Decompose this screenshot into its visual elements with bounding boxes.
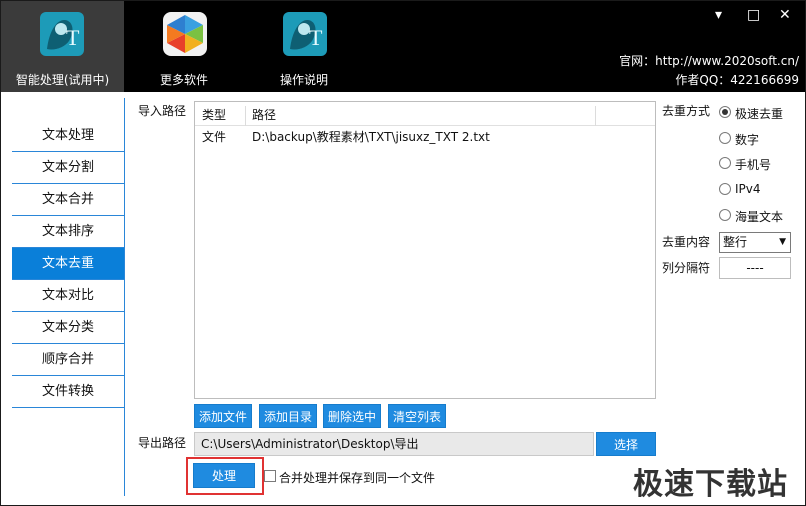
row-type: 文件	[202, 130, 227, 144]
maximize-button[interactable]: □	[747, 7, 760, 23]
row-path: D:\backup\教程素材\TXT\jisuxz_TXT 2.txt	[252, 130, 490, 144]
export-path-label: 导出路径	[138, 436, 187, 450]
toolbar-label: 更多软件	[159, 73, 208, 87]
help-icon: T	[283, 12, 327, 56]
merge-checkbox-label: 合并处理并保存到同一个文件	[279, 471, 436, 485]
radio-icon[interactable]	[719, 209, 731, 221]
toolbar-more-software[interactable]: 更多软件	[124, 1, 244, 92]
chevron-down-icon: ▼	[779, 237, 786, 247]
dedupe-method-label: 去重方式	[662, 104, 711, 118]
sidebar: 文本处理 文本分割 文本合并 文本排序 文本去重 文本对比 文本分类 顺序合并 …	[12, 120, 124, 408]
radio-icon[interactable]	[719, 183, 731, 195]
dedupe-content-label: 去重内容	[662, 235, 711, 249]
sidebar-item-text-split[interactable]: 文本分割	[12, 152, 124, 184]
toolbar-smart-process[interactable]: T 智能处理(试用中)	[1, 1, 124, 92]
sidebar-item-sequential-merge[interactable]: 顺序合并	[12, 344, 124, 376]
import-path-label: 导入路径	[138, 104, 187, 118]
column-separator-input[interactable]: ----	[719, 257, 791, 279]
watermark-text: 极速下载站	[633, 467, 788, 502]
website-text: 官网：http://www.2020soft.cn/	[619, 54, 799, 68]
table-row[interactable]: 文件 D:\backup\教程素材\TXT\jisuxz_TXT 2.txt	[195, 128, 655, 148]
ai-process-icon: T	[40, 12, 84, 56]
sidebar-divider	[124, 98, 125, 496]
author-qq-text: 作者QQ：422166699	[675, 73, 799, 87]
column-divider	[595, 106, 596, 126]
toolbar-label: 智能处理(试用中)	[15, 73, 110, 87]
merge-checkbox[interactable]	[264, 470, 276, 482]
app-window: T 智能处理(试用中) 更多软件 T 操作说明 ▾ □ ✕ 官网：http://…	[0, 0, 806, 506]
radio-icon[interactable]	[719, 132, 731, 144]
choose-path-button[interactable]: 选择	[596, 432, 656, 456]
clear-list-button[interactable]: 清空列表	[388, 404, 446, 428]
toolbar-help[interactable]: T 操作说明	[244, 1, 364, 92]
more-software-icon	[163, 12, 207, 56]
sidebar-item-file-convert[interactable]: 文件转换	[12, 376, 124, 408]
export-path-field[interactable]: C:\Users\Administrator\Desktop\导出	[194, 432, 594, 456]
radio-selected-icon[interactable]	[719, 106, 731, 118]
radio-icon[interactable]	[719, 157, 731, 169]
select-value: 整行	[723, 235, 748, 249]
sidebar-item-text-merge[interactable]: 文本合并	[12, 184, 124, 216]
delete-selected-button[interactable]: 删除选中	[323, 404, 381, 428]
dedupe-content-select[interactable]: 整行 ▼	[719, 232, 791, 253]
import-file-list[interactable]: 类型 路径 文件 D:\backup\教程素材\TXT\jisuxz_TXT 2…	[194, 101, 656, 399]
add-directory-button[interactable]: 添加目录	[259, 404, 317, 428]
svg-text:T: T	[309, 25, 323, 50]
top-toolbar: T 智能处理(试用中) 更多软件 T 操作说明 ▾ □ ✕ 官网：http://…	[1, 1, 805, 92]
column-separator-label: 列分隔符	[662, 261, 711, 275]
minimize-button[interactable]: ▾	[715, 7, 722, 23]
sidebar-item-text-compare[interactable]: 文本对比	[12, 280, 124, 312]
sidebar-item-text-dedupe[interactable]: 文本去重	[12, 248, 124, 280]
toolbar-label: 操作说明	[279, 73, 328, 87]
column-header-type[interactable]: 类型	[202, 106, 226, 123]
sidebar-item-text-sort[interactable]: 文本排序	[12, 216, 124, 248]
svg-text:T: T	[66, 25, 80, 50]
column-header-path[interactable]: 路径	[252, 106, 276, 123]
add-file-button[interactable]: 添加文件	[194, 404, 252, 428]
process-button[interactable]: 处理	[193, 463, 255, 488]
close-button[interactable]: ✕	[779, 7, 791, 23]
column-divider	[245, 106, 246, 126]
list-header: 类型 路径	[195, 106, 655, 126]
sidebar-item-text-classify[interactable]: 文本分类	[12, 312, 124, 344]
sidebar-item-text-process[interactable]: 文本处理	[12, 120, 124, 152]
